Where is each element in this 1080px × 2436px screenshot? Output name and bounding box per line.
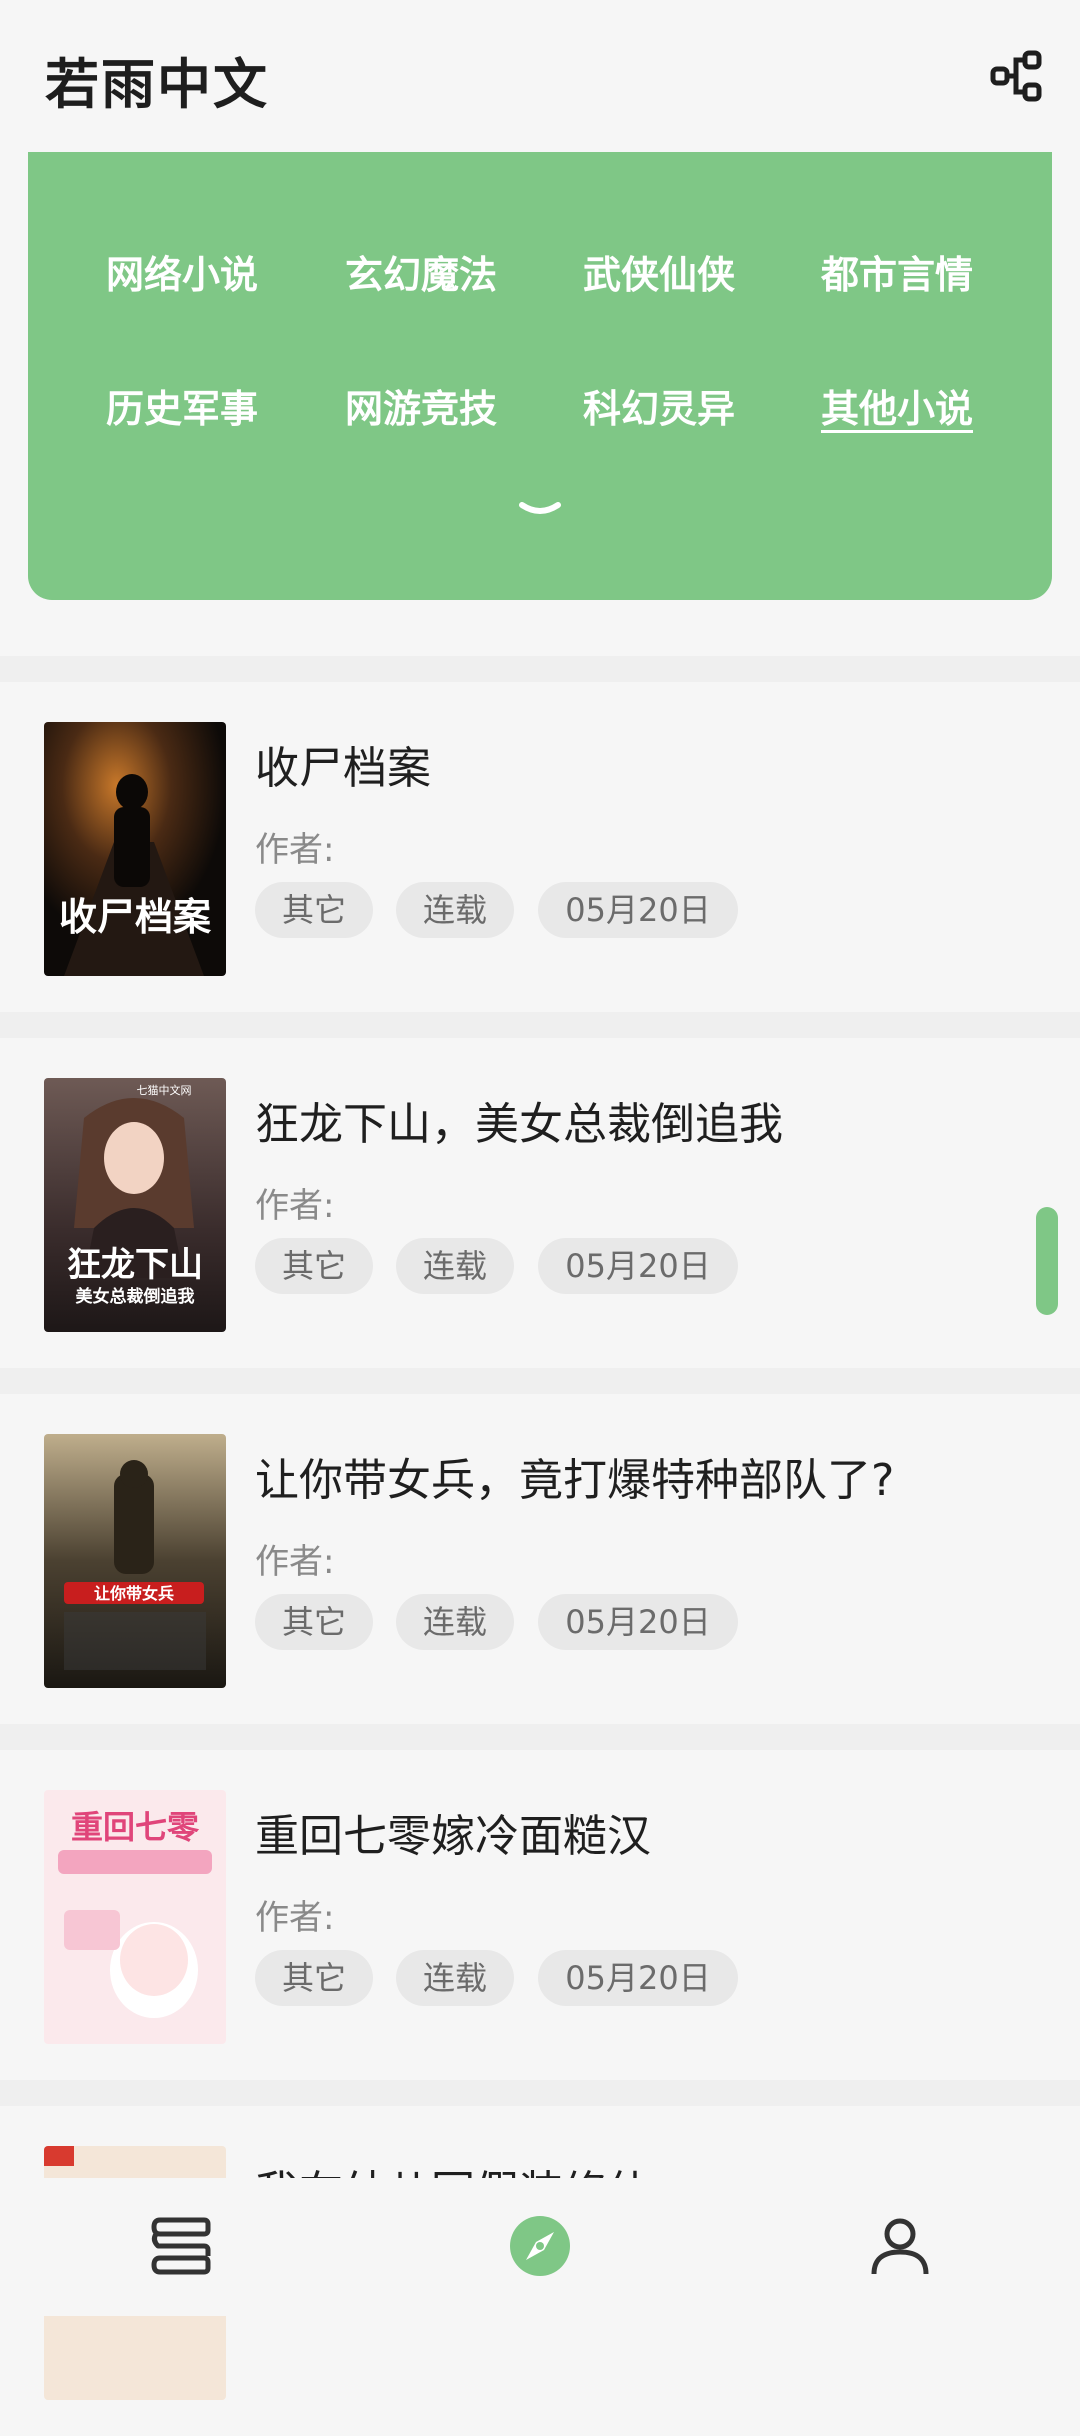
tag-genre: 其它 xyxy=(255,1594,373,1650)
scroll-indicator[interactable] xyxy=(1036,1207,1058,1315)
book-author: 作者: xyxy=(255,1898,335,1938)
book-title[interactable]: 收尸档案 xyxy=(255,732,431,796)
cover-title: 狂龙下山 xyxy=(67,1245,203,1285)
book-author: 作者: xyxy=(255,1542,335,1582)
divider xyxy=(0,2080,1080,2106)
tag-date: 05月20日 xyxy=(538,1950,738,2006)
book-cover: 七猫中文网 狂龙下山 美女总裁倒追我 xyxy=(44,1078,226,1332)
tag-genre: 其它 xyxy=(255,1238,373,1294)
book-list-item[interactable]: 重回七零 重回七零嫁冷面糙汉 作者: 其它 连载 05月20日 xyxy=(0,1750,1080,2080)
cover-title: 让你带女兵 xyxy=(94,1584,174,1603)
compass-icon[interactable] xyxy=(500,2206,580,2286)
bookshelf-icon[interactable] xyxy=(140,2206,220,2286)
tag-status: 连载 xyxy=(396,882,514,938)
category-fantasy[interactable]: 玄幻魔法 xyxy=(321,244,521,299)
category-scifi-supernatural[interactable]: 科幻灵异 xyxy=(559,378,759,433)
book-title[interactable]: 让你带女兵，竟打爆特种部队了? xyxy=(255,1444,894,1508)
book-title[interactable]: 狂龙下山，美女总裁倒追我 xyxy=(255,1088,783,1152)
tag-status: 连载 xyxy=(396,1238,514,1294)
share-nodes-icon[interactable] xyxy=(985,45,1049,109)
book-cover: 重回七零 xyxy=(44,1790,226,2044)
book-title[interactable]: 重回七零嫁冷面糙汉 xyxy=(255,1800,651,1864)
book-list-item[interactable]: 让你带女兵 让你带女兵，竟打爆特种部队了? 作者: 其它 连载 05月20日 xyxy=(0,1394,1080,1724)
chevron-down-icon[interactable] xyxy=(510,497,570,527)
tag-date: 05月20日 xyxy=(538,1238,738,1294)
divider xyxy=(0,1368,1080,1394)
book-list-item[interactable]: 七猫中文网 狂龙下山 美女总裁倒追我 狂龙下山，美女总裁倒追我 作者: 其它 连… xyxy=(0,1038,1080,1368)
category-other[interactable]: 其他小说 xyxy=(797,378,997,433)
category-wuxia[interactable]: 武侠仙侠 xyxy=(559,244,759,299)
tag-genre: 其它 xyxy=(255,1950,373,2006)
bottom-tab-bar xyxy=(0,2178,1080,2316)
category-history-military[interactable]: 历史军事 xyxy=(82,378,282,433)
book-cover: 让你带女兵 xyxy=(44,1434,226,1688)
tag-date: 05月20日 xyxy=(538,1594,738,1650)
category-gaming[interactable]: 网游竞技 xyxy=(321,378,521,433)
book-author: 作者: xyxy=(255,830,335,870)
divider xyxy=(0,1724,1080,1750)
app-header: 若雨中文 xyxy=(0,0,1080,152)
divider xyxy=(0,656,1080,682)
tag-status: 连载 xyxy=(396,1594,514,1650)
book-list-item[interactable]: 收尸档案 收尸档案 作者: 其它 连载 05月20日 xyxy=(0,682,1080,1012)
profile-icon[interactable] xyxy=(860,2206,940,2286)
tag-genre: 其它 xyxy=(255,882,373,938)
cover-title: 收尸档案 xyxy=(59,895,212,939)
tag-status: 连载 xyxy=(396,1950,514,2006)
book-cover: 收尸档案 xyxy=(44,722,226,976)
category-web-novel[interactable]: 网络小说 xyxy=(82,244,282,299)
tag-date: 05月20日 xyxy=(538,882,738,938)
cover-title: 重回七零 xyxy=(71,1808,200,1846)
app-title: 若雨中文 xyxy=(45,53,269,116)
book-author: 作者: xyxy=(255,1186,335,1226)
cover-publisher: 七猫中文网 xyxy=(137,1083,192,1097)
divider xyxy=(0,1012,1080,1038)
category-urban-romance[interactable]: 都市言情 xyxy=(797,244,997,299)
category-panel: 网络小说 玄幻魔法 武侠仙侠 都市言情 历史军事 网游竞技 科幻灵异 其他小说 xyxy=(28,152,1052,600)
cover-subtitle: 美女总裁倒追我 xyxy=(76,1286,195,1307)
